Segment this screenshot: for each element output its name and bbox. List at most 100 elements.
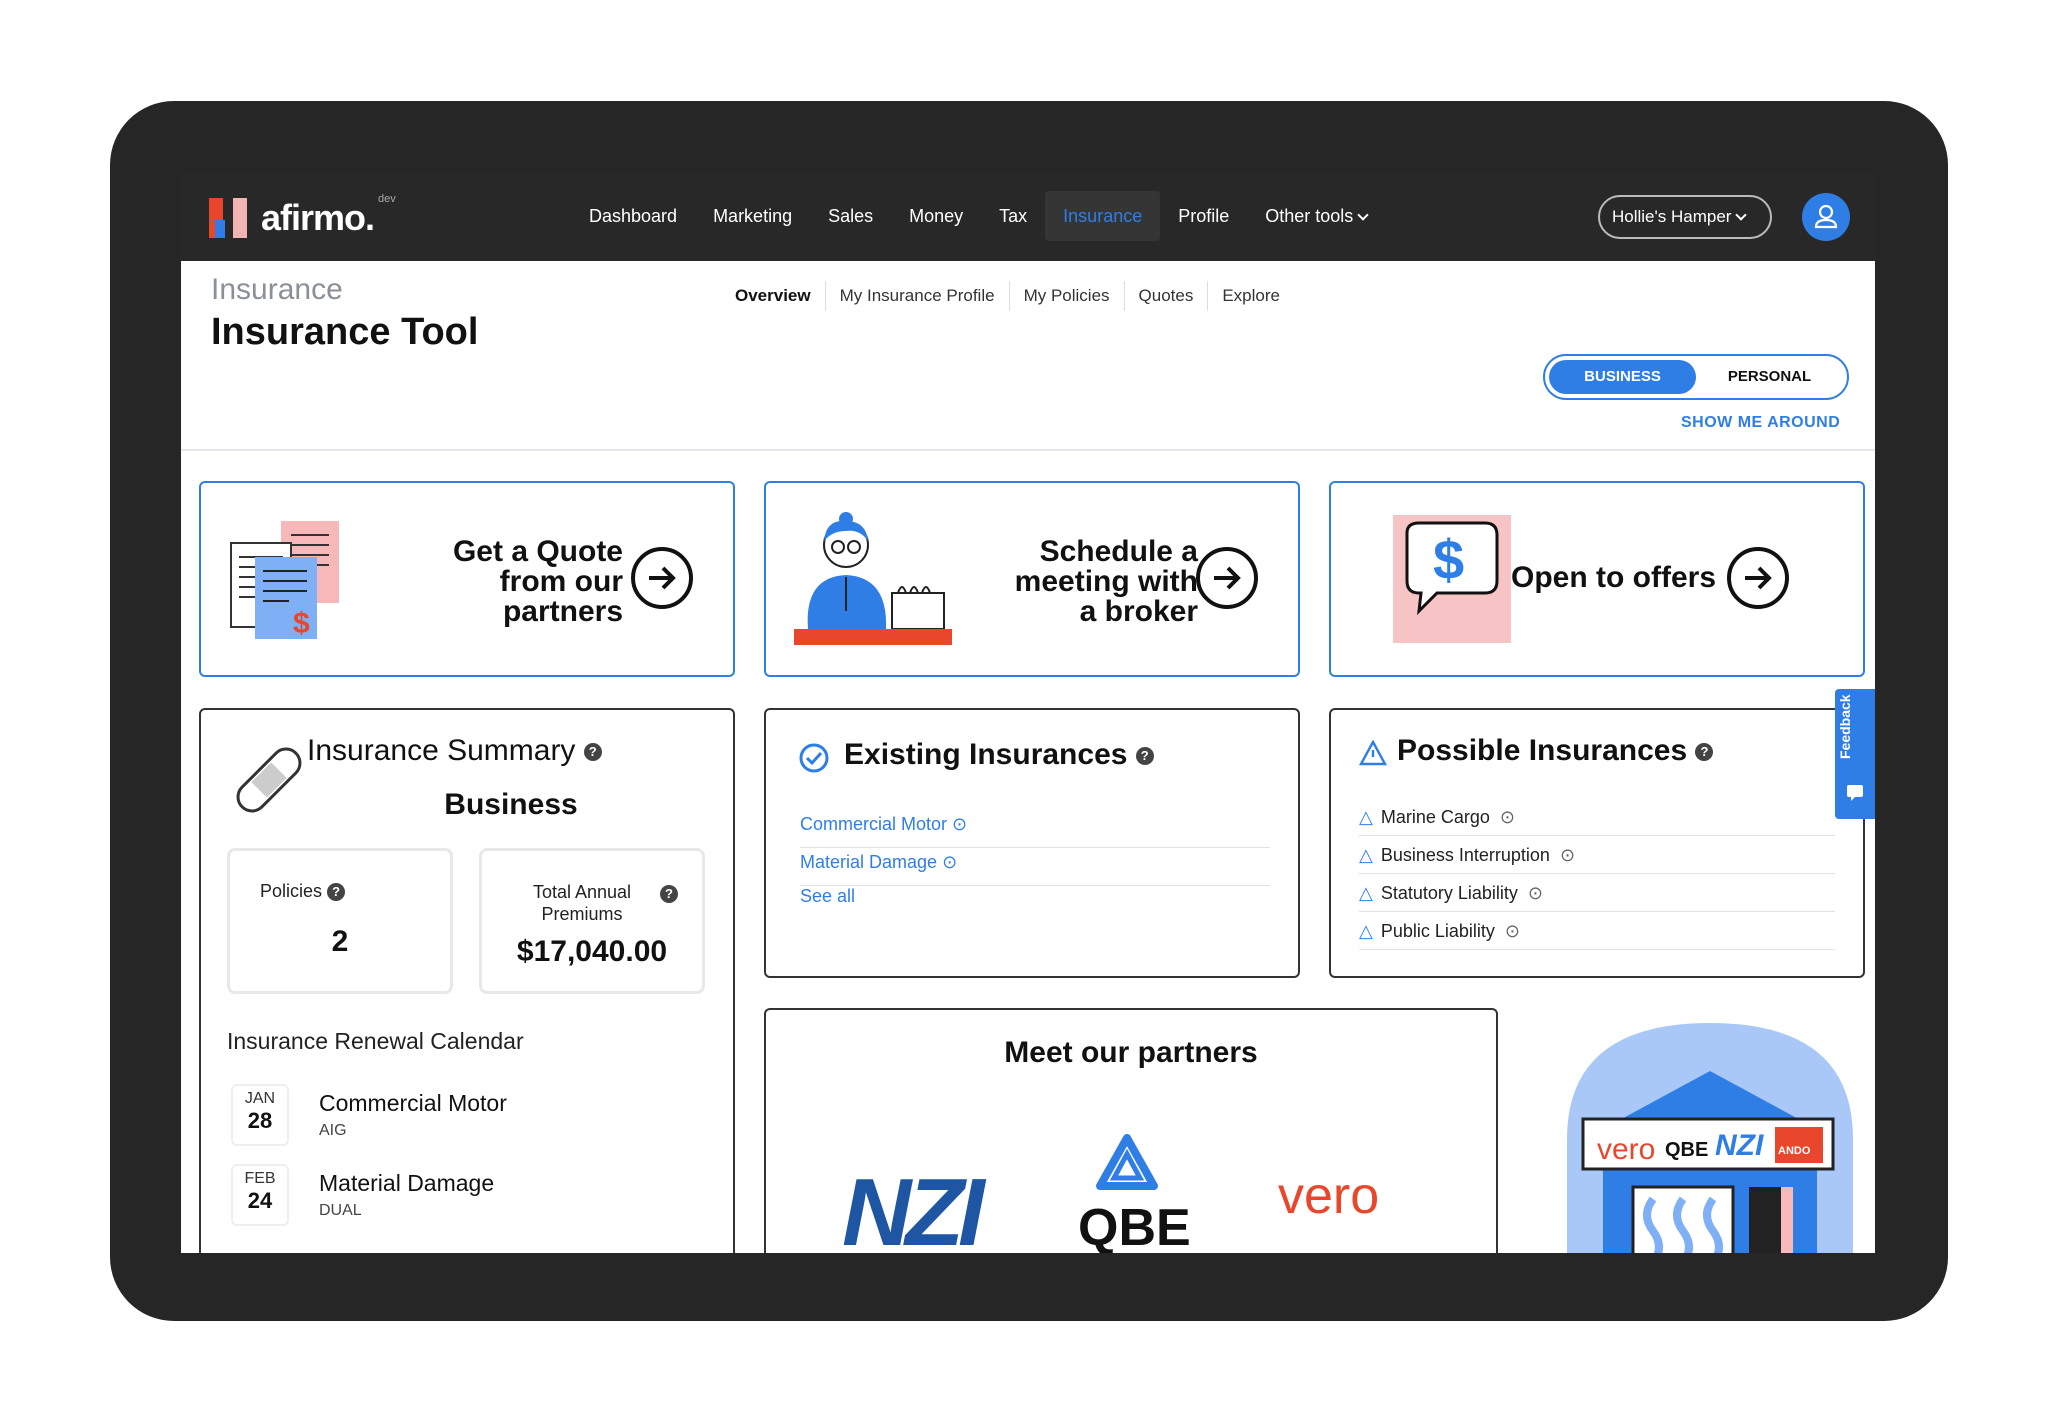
chevron-circle-icon: ⊙ [1527,883,1544,903]
insurance-summary-card: Insurance Summary ? Business Policies ? … [199,708,735,1253]
business-name: Hollie's Hamper [1612,207,1732,226]
sub-nav: Overview My Insurance Profile My Policie… [721,281,1294,311]
dollar-speech-bubble-icon: $ [1393,515,1511,643]
user-avatar-button[interactable] [1802,193,1850,241]
nav-sales[interactable]: Sales [810,191,891,241]
existing-title: Existing Insurances ? [844,738,1154,772]
warning-icon [1359,740,1387,766]
toggle-business[interactable]: BUSINESS [1549,360,1696,394]
app-screen: afirmo. dev Dashboard Marketing Sales Mo… [181,173,1875,1253]
show-me-around-link[interactable]: SHOW ME AROUND [1681,414,1840,432]
warning-icon: △ [1359,921,1373,941]
warning-icon: △ [1359,883,1373,903]
nav-other-tools[interactable]: Other tools [1247,191,1385,241]
get-quote-card[interactable]: $ Get a Quote from our partners [199,481,735,677]
logo-text: afirmo. [261,197,375,238]
feedback-label: Feedback [1837,694,1853,759]
chevron-down-icon [1357,209,1369,221]
afirmo-logo[interactable]: afirmo. dev [209,193,396,239]
business-selector[interactable]: Hollie's Hamper [1598,195,1772,239]
chevron-circle-icon: ⊙ [942,852,958,872]
tab-my-policies[interactable]: My Policies [1010,281,1125,311]
possible-item[interactable]: △ Public Liability ⊙ [1359,914,1835,950]
warning-icon: △ [1359,807,1373,827]
svg-text:$: $ [293,607,310,640]
arrow-right-icon [1727,547,1789,609]
renewal-insurer: AIG [319,1122,347,1139]
open-to-offers-label: Open to offers [1511,561,1717,594]
nav-profile[interactable]: Profile [1160,191,1247,241]
afirmo-logo-icon [209,198,249,238]
premiums-value: $17,040.00 [516,935,668,968]
nav-dashboard[interactable]: Dashboard [571,191,695,241]
warning-icon: △ [1359,845,1373,865]
possible-item[interactable]: △ Marine Cargo ⊙ [1359,800,1835,836]
renewal-name[interactable]: Material Damage [319,1170,494,1197]
open-to-offers-card[interactable]: $ Open to offers [1329,481,1865,677]
tab-explore[interactable]: Explore [1208,281,1294,311]
possible-insurances-card: Possible Insurances ? △ Marine Cargo ⊙ △ Bu… [1329,708,1865,978]
vero-logo[interactable]: vero [1278,1166,1379,1226]
possible-title: Possible Insurances ? [1397,734,1714,768]
svg-text:$: $ [1433,528,1464,591]
breadcrumb[interactable]: Insurance [211,273,343,307]
tab-quotes[interactable]: Quotes [1125,281,1209,311]
schedule-meeting-card[interactable]: Schedule a meeting with a broker [764,481,1300,677]
business-personal-toggle: BUSINESS PERSONAL [1543,354,1849,400]
nzi-logo[interactable]: NZI [842,1158,985,1253]
help-icon[interactable]: ? [1135,747,1154,766]
policies-stat: Policies ? 2 [227,848,453,994]
nzi-sign: NZI [1715,1129,1764,1162]
ando-sign: ANDO [1778,1145,1811,1157]
renewal-name[interactable]: Commercial Motor [319,1090,507,1117]
help-icon[interactable]: ? [583,743,602,762]
page-header: Insurance Insurance Tool Overview My Ins… [181,261,1875,451]
chevron-circle-icon: ⊙ [952,814,968,834]
renewal-date: FEB 24 [231,1164,289,1226]
premiums-stat: Total Annual Premiums ? $17,040.00 [479,848,705,994]
summary-subtitle: Business [444,788,578,821]
policies-label: Policies ? [260,881,346,902]
existing-item[interactable]: Commercial Motor ⊙ [800,814,1270,848]
documents-quote-icon: $ [230,521,339,640]
premiums-label: Total Annual Premiums [532,882,632,924]
qbe-logo[interactable]: QBE [1078,1198,1191,1253]
nav-money[interactable]: Money [891,191,981,241]
toggle-personal[interactable]: PERSONAL [1696,360,1843,394]
existing-item[interactable]: Material Damage ⊙ [800,852,1270,886]
chevron-down-icon [1735,209,1748,221]
schedule-meeting-label: Schedule a meeting with a broker [1014,535,1198,628]
chevron-circle-icon: ⊙ [1504,921,1520,941]
renewal-date: JAN 28 [231,1084,289,1146]
existing-insurances-card: Existing Insurances ? Commercial Motor ⊙… [764,708,1300,978]
check-circle-icon [799,743,829,773]
tab-overview[interactable]: Overview [721,281,826,311]
help-icon[interactable]: ? [660,885,678,903]
user-icon [1814,204,1838,229]
qbe-sign: QBE [1665,1139,1709,1161]
nav-tax[interactable]: Tax [981,191,1045,241]
possible-item[interactable]: △ Business Interruption ⊙ [1359,838,1835,874]
broker-desk-icon [794,512,952,645]
policies-value: 2 [331,925,349,958]
main-nav: Dashboard Marketing Sales Money Tax Insu… [571,191,1385,241]
partners-title: Meet our partners [1004,1036,1258,1069]
top-navbar: afirmo. dev Dashboard Marketing Sales Mo… [181,173,1875,261]
tab-my-insurance-profile[interactable]: My Insurance Profile [826,281,1010,311]
nav-insurance[interactable]: Insurance [1045,191,1161,241]
partners-card: Meet our partners NZI QBE vero [764,1008,1498,1253]
see-all-link[interactable]: See all [800,886,855,907]
qbe-logo-icon [1096,1134,1158,1190]
nav-marketing[interactable]: Marketing [695,191,810,241]
arrow-right-icon [1196,547,1258,609]
page-title: Insurance Tool [211,311,479,353]
feedback-tab[interactable]: Feedback [1835,689,1875,819]
renewal-calendar-title: Insurance Renewal Calendar [227,1028,524,1054]
nav-other-tools-label: Other tools [1265,206,1354,226]
help-icon[interactable]: ? [1695,743,1714,762]
possible-item[interactable]: △ Statutory Liability ⊙ [1359,876,1835,912]
get-quote-label: Get a Quote from our partners [452,535,623,628]
help-icon[interactable]: ? [327,883,346,902]
env-tag: dev [378,193,396,205]
vero-sign: vero [1597,1133,1656,1166]
